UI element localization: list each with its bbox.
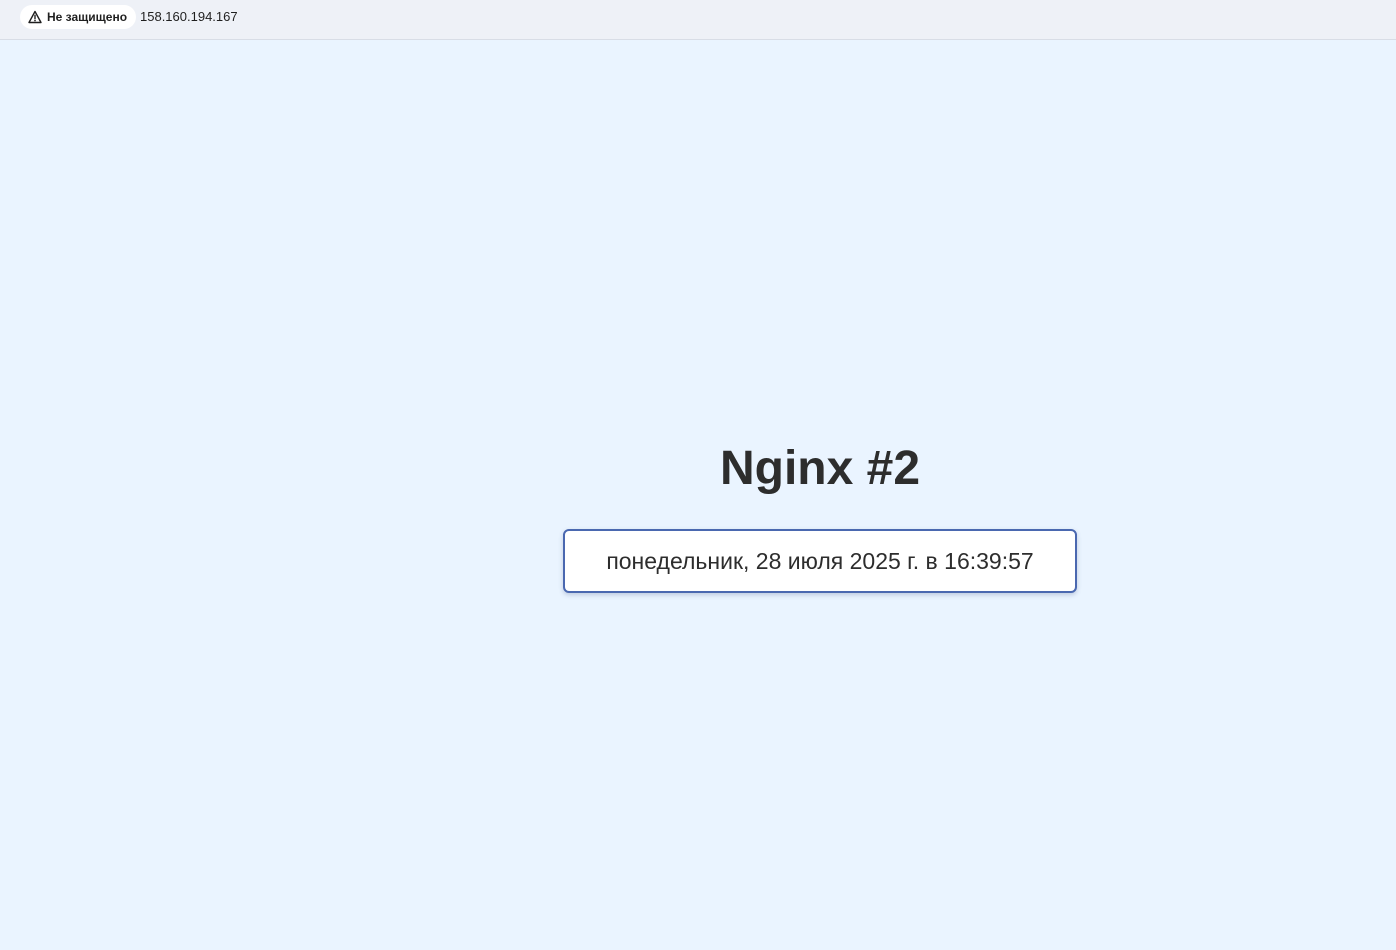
datetime-box: понедельник, 28 июля 2025 г. в 16:39:57	[563, 529, 1077, 593]
security-label: Не защищено	[47, 10, 128, 24]
warning-icon	[28, 10, 42, 24]
security-indicator-button[interactable]: Не защищено	[20, 5, 137, 29]
datetime-text: понедельник, 28 июля 2025 г. в 16:39:57	[606, 547, 1034, 574]
url-text[interactable]: 158.160.194.167	[140, 9, 238, 24]
browser-address-bar: Не защищено 158.160.194.167	[0, 0, 1396, 40]
page-title: Nginx #2	[719, 442, 921, 495]
url-field[interactable]: Не защищено 158.160.194.167	[14, 0, 1396, 34]
